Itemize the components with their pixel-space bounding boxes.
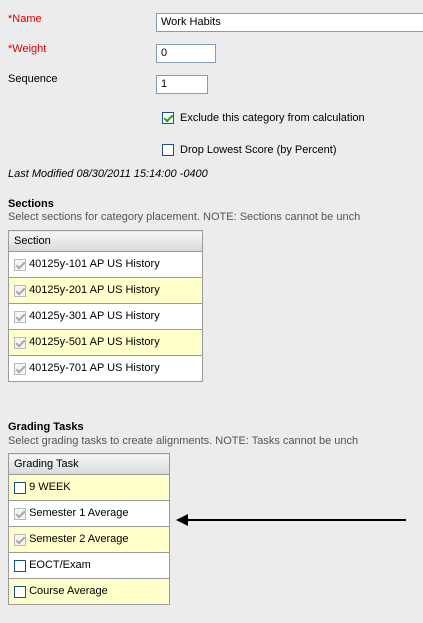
section-checkbox[interactable]: [14, 336, 26, 349]
section-label: 40125y-201 AP US History: [29, 284, 160, 297]
grading-tasks-table: Grading Task 9 WEEK Semester 1 Average S…: [8, 453, 170, 605]
exclude-option[interactable]: Exclude this category from calculation: [162, 112, 365, 125]
table-row[interactable]: Course Average: [8, 578, 170, 605]
table-row[interactable]: Semester 2 Average: [8, 526, 170, 553]
drop-lowest-checkbox[interactable]: [162, 144, 174, 157]
section-label: 40125y-101 AP US History: [29, 258, 160, 271]
drop-lowest-option[interactable]: Drop Lowest Score (by Percent): [162, 144, 337, 157]
section-label: 40125y-501 AP US History: [29, 336, 160, 349]
task-checkbox[interactable]: [14, 481, 26, 494]
task-checkbox[interactable]: [14, 507, 26, 520]
name-field[interactable]: Work Habits: [156, 13, 423, 32]
task-label: Course Average: [29, 585, 108, 598]
sections-header: Section: [8, 230, 203, 252]
table-row[interactable]: 40125y-501 AP US History: [8, 329, 203, 356]
table-row[interactable]: 40125y-301 AP US History: [8, 303, 203, 330]
exclude-checkbox[interactable]: [162, 112, 174, 125]
section-checkbox[interactable]: [14, 258, 26, 271]
name-label: *Name: [8, 13, 42, 25]
section-checkbox[interactable]: [14, 362, 26, 375]
table-row[interactable]: 40125y-701 AP US History: [8, 355, 203, 382]
task-checkbox[interactable]: [14, 533, 26, 546]
weight-field[interactable]: 0: [156, 44, 216, 63]
task-checkbox[interactable]: [14, 559, 26, 572]
task-checkbox[interactable]: [14, 585, 26, 598]
table-row[interactable]: Semester 1 Average: [8, 500, 170, 527]
sections-table: Section 40125y-101 AP US History 40125y-…: [8, 230, 203, 382]
table-row[interactable]: EOCT/Exam: [8, 552, 170, 579]
task-label: 9 WEEK: [29, 481, 71, 494]
grading-tasks-note: Select grading tasks to create alignment…: [8, 435, 359, 447]
table-row[interactable]: 40125y-101 AP US History: [8, 251, 203, 278]
section-label: 40125y-301 AP US History: [29, 310, 160, 323]
grading-tasks-title: Grading Tasks: [8, 421, 84, 433]
drop-lowest-label: Drop Lowest Score (by Percent): [180, 144, 337, 156]
section-checkbox[interactable]: [14, 310, 26, 323]
task-label: Semester 1 Average: [29, 507, 129, 520]
sequence-field[interactable]: 1: [156, 75, 208, 94]
task-label: EOCT/Exam: [29, 559, 91, 572]
table-row[interactable]: 40125y-201 AP US History: [8, 277, 203, 304]
task-label: Semester 2 Average: [29, 533, 129, 546]
sections-note: Select sections for category placement. …: [8, 211, 361, 223]
exclude-label: Exclude this category from calculation: [180, 112, 365, 124]
last-modified: Last Modified 08/30/2011 15:14:00 -0400: [8, 168, 208, 180]
section-label: 40125y-701 AP US History: [29, 362, 160, 375]
weight-label: *Weight: [8, 43, 47, 55]
table-row[interactable]: 9 WEEK: [8, 474, 170, 501]
sections-title: Sections: [8, 198, 54, 210]
section-checkbox[interactable]: [14, 284, 26, 297]
sequence-label: Sequence: [8, 73, 58, 85]
grading-tasks-header: Grading Task: [8, 453, 170, 475]
